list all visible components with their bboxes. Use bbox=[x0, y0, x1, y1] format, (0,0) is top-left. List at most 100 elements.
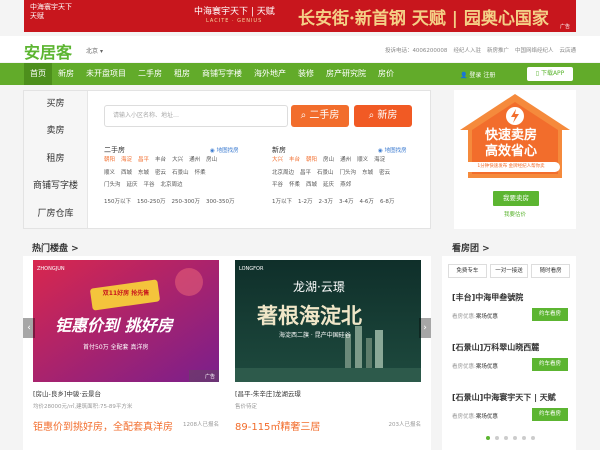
tag[interactable]: 延庆 bbox=[323, 182, 334, 188]
price-filter[interactable]: 150万以下 bbox=[104, 199, 131, 205]
nav-overseas[interactable]: 海外地产 bbox=[248, 63, 292, 85]
tag[interactable]: 燕郊 bbox=[340, 182, 351, 188]
tag[interactable]: 平谷 bbox=[144, 182, 155, 188]
tag[interactable]: 房山 bbox=[323, 157, 334, 163]
sidebar-item-buy[interactable]: 买房 bbox=[24, 91, 87, 118]
tag[interactable]: 昌平 bbox=[138, 157, 149, 163]
agent-network-link[interactable]: 中国网络经纪人 bbox=[515, 46, 554, 54]
tag[interactable]: 海淀 bbox=[374, 157, 385, 163]
carousel-dot[interactable] bbox=[486, 436, 490, 440]
tag[interactable]: 延庆 bbox=[127, 182, 138, 188]
agent-join-link[interactable]: 经纪人入驻 bbox=[453, 46, 481, 54]
sidebar-item-rent[interactable]: 租房 bbox=[24, 146, 87, 173]
tag[interactable]: 怀柔 bbox=[289, 182, 300, 188]
tour-item-title[interactable]: [石景山]中海寰宇天下 | 天赋 bbox=[452, 392, 570, 403]
tour-item-title[interactable]: [石景山]万科翠山晓西麓 bbox=[452, 342, 570, 353]
second-hand-map-link[interactable]: ◉ 地图找房 bbox=[210, 146, 239, 154]
price-filter[interactable]: 1万以下 bbox=[272, 199, 292, 205]
hot-properties-title[interactable]: 热门楼盘 > bbox=[32, 241, 79, 254]
tag[interactable]: 房山 bbox=[206, 157, 217, 163]
nav-research[interactable]: 房产研究院 bbox=[320, 63, 372, 85]
carousel-dot[interactable] bbox=[531, 436, 535, 440]
carousel-dot[interactable] bbox=[495, 436, 499, 440]
tour-item[interactable]: [石景山]中海寰宇天下 | 天赋 看房优惠:案场优惠 约车看房 bbox=[452, 392, 570, 421]
tour-item[interactable]: [丰台]中海甲叁號院 看房优惠:案场优惠 约车看房 bbox=[452, 292, 570, 321]
nav-upcoming[interactable]: 未开盘项目 bbox=[80, 63, 132, 85]
tab-pickup[interactable]: 一对一接送 bbox=[489, 264, 529, 278]
tag[interactable]: 石景山 bbox=[317, 170, 334, 176]
search-second-hand-button[interactable]: ⌕ 二手房 bbox=[291, 105, 349, 127]
tab-free-car[interactable]: 免费专车 bbox=[448, 264, 487, 278]
tag[interactable]: 密云 bbox=[155, 170, 166, 176]
tag[interactable]: 门头沟 bbox=[104, 182, 121, 188]
search-new-house-button[interactable]: ⌕ 新房 bbox=[354, 105, 412, 127]
carousel-dot[interactable] bbox=[513, 436, 517, 440]
tag[interactable]: 朝阳 bbox=[306, 157, 317, 163]
nav-decoration[interactable]: 装修 bbox=[292, 63, 320, 85]
carousel-dot[interactable] bbox=[522, 436, 526, 440]
tag[interactable]: 大兴 bbox=[272, 157, 283, 163]
property-card[interactable]: LONGFOR 龙湖·云璟 著根海淀北 海淀西二旗 · 昆产中国硅谷 [昌平-朱… bbox=[235, 260, 421, 450]
price-filter[interactable]: 4-6万 bbox=[359, 199, 373, 205]
sell-house-button[interactable]: 我要卖房 bbox=[493, 191, 539, 206]
tag[interactable]: 石景山 bbox=[172, 170, 189, 176]
login-register[interactable]: 👤 登录 注册 bbox=[460, 70, 495, 79]
valuation-link[interactable]: 我要估价 bbox=[454, 210, 576, 218]
book-car-button[interactable]: 约车看房 bbox=[532, 358, 568, 371]
tag[interactable]: 丰台 bbox=[289, 157, 300, 163]
price-filter[interactable]: 2-3万 bbox=[318, 199, 332, 205]
price-filter[interactable]: 6-8万 bbox=[380, 199, 394, 205]
price-filter[interactable]: 1-2万 bbox=[298, 199, 312, 205]
tag[interactable]: 顺义 bbox=[104, 170, 115, 176]
tag[interactable]: 东城 bbox=[138, 170, 149, 176]
nav-home[interactable]: 首页 bbox=[24, 63, 52, 85]
property-name[interactable]: [房山-良乡]中骏·云景台 bbox=[33, 388, 101, 398]
property-name[interactable]: [昌平-朱辛庄]龙湖云璟 bbox=[235, 388, 301, 398]
carousel-prev-button[interactable]: ‹ bbox=[23, 318, 35, 338]
book-car-button[interactable]: 约车看房 bbox=[532, 308, 568, 321]
top-ad-banner[interactable]: 中海寰宇天下 天赋 中海寰宇天下 | 天赋 LACITE · GENIUS 长安街… bbox=[24, 0, 576, 32]
tag[interactable]: 平谷 bbox=[272, 182, 283, 188]
city-selector[interactable]: 北京 ▾ bbox=[86, 46, 103, 55]
new-house-promo-link[interactable]: 新房推广 bbox=[487, 46, 509, 54]
tour-item[interactable]: [石景山]万科翠山晓西麓 看房优惠:案场优惠 约车看房 bbox=[452, 342, 570, 371]
price-filter[interactable]: 3-4万 bbox=[339, 199, 353, 205]
nav-commercial[interactable]: 商铺写字楼 bbox=[196, 63, 248, 85]
tab-anytime[interactable]: 随时看房 bbox=[531, 264, 571, 278]
complaint-phone[interactable]: 投诉电话：4006200008 bbox=[385, 46, 448, 54]
book-car-button[interactable]: 约车看房 bbox=[532, 408, 568, 421]
tag[interactable]: 北京周边 bbox=[161, 182, 183, 188]
tag[interactable]: 怀柔 bbox=[195, 170, 206, 176]
new-house-map-link[interactable]: ◉ 地图找房 bbox=[378, 146, 407, 154]
tag[interactable]: 丰台 bbox=[155, 157, 166, 163]
tag[interactable]: 朝阳 bbox=[104, 157, 115, 163]
cloud-store-link[interactable]: 云店通 bbox=[559, 46, 576, 54]
nav-rent[interactable]: 租房 bbox=[168, 63, 196, 85]
sidebar-item-sell[interactable]: 卖房 bbox=[24, 118, 87, 145]
sidebar-item-commercial[interactable]: 商铺写字楼 bbox=[24, 173, 87, 200]
tour-group-title[interactable]: 看房团 > bbox=[452, 241, 490, 254]
property-card[interactable]: ZHONGJUN 双11好房 抢先售 钜惠价到 挑好房 首付50万 全配套 真洋… bbox=[33, 260, 219, 450]
tag[interactable]: 海淀 bbox=[121, 157, 132, 163]
tag[interactable]: 通州 bbox=[340, 157, 351, 163]
nav-new-house[interactable]: 新房 bbox=[52, 63, 80, 85]
download-app-button[interactable]: ▯ 下载APP bbox=[527, 67, 573, 81]
price-filter[interactable]: 300-350万 bbox=[206, 199, 234, 205]
tour-item-title[interactable]: [丰台]中海甲叁號院 bbox=[452, 292, 570, 303]
sidebar-item-factory[interactable]: 厂房仓库 bbox=[24, 201, 87, 228]
tag[interactable]: 顺义 bbox=[357, 157, 368, 163]
nav-second-hand[interactable]: 二手房 bbox=[132, 63, 168, 85]
property-image[interactable]: LONGFOR 龙湖·云璟 著根海淀北 海淀西二旗 · 昆产中国硅谷 bbox=[235, 260, 421, 382]
tag[interactable]: 大兴 bbox=[172, 157, 183, 163]
search-input[interactable]: 请输入小区名称、地址… bbox=[104, 105, 288, 127]
tag[interactable]: 通州 bbox=[189, 157, 200, 163]
tag[interactable]: 门头沟 bbox=[340, 170, 357, 176]
site-logo[interactable]: 安居客 bbox=[24, 39, 72, 63]
carousel-dot[interactable] bbox=[504, 436, 508, 440]
tag[interactable]: 东城 bbox=[362, 170, 373, 176]
tag[interactable]: 西城 bbox=[306, 182, 317, 188]
nav-price[interactable]: 房价 bbox=[372, 63, 400, 85]
tag[interactable]: 北京周边 bbox=[272, 170, 294, 176]
tag[interactable]: 西城 bbox=[121, 170, 132, 176]
property-image[interactable]: ZHONGJUN 双11好房 抢先售 钜惠价到 挑好房 首付50万 全配套 真洋… bbox=[33, 260, 219, 382]
